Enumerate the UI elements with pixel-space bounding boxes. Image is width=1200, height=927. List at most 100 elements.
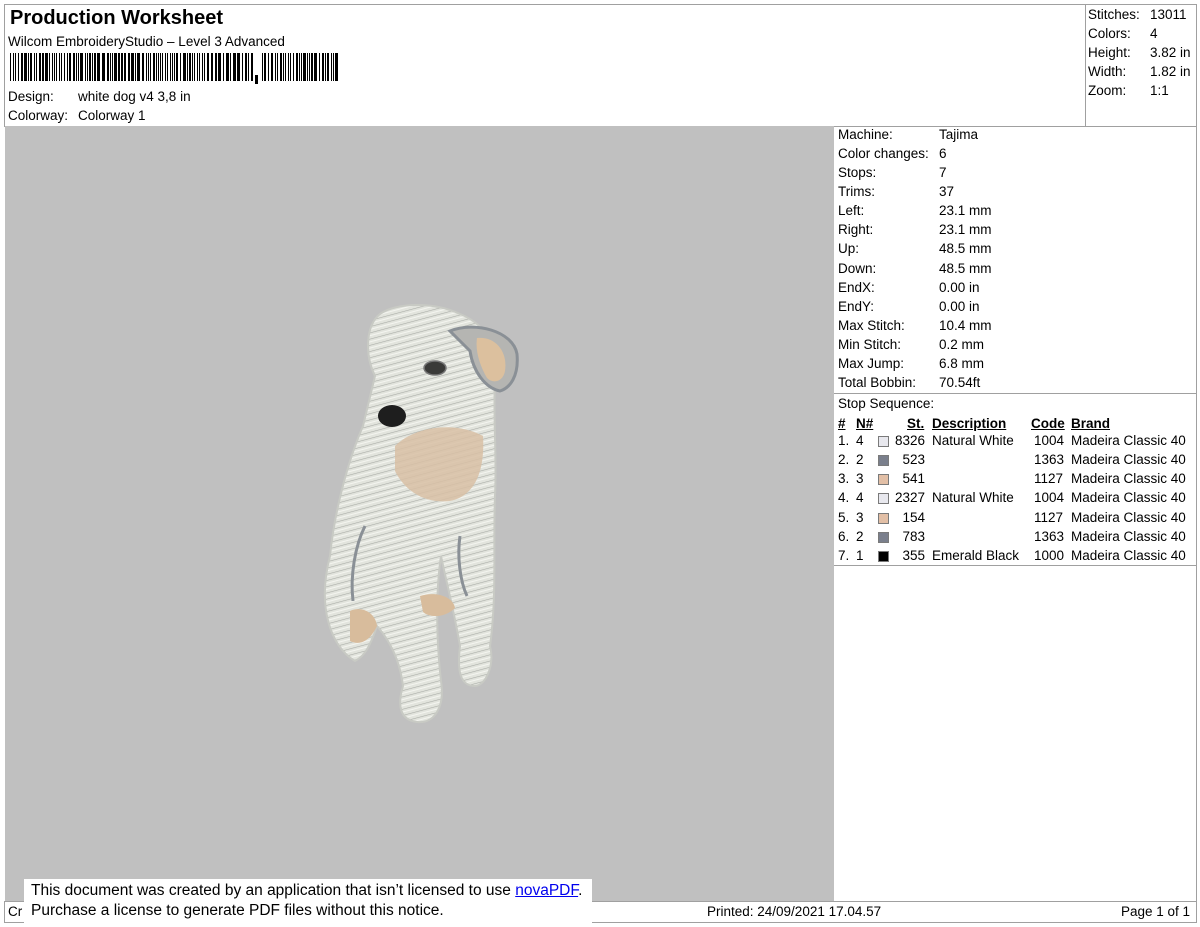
barcode-bar: [288, 53, 289, 81]
dog-embroidery-image: [323, 304, 519, 724]
barcode-bar: [285, 53, 286, 81]
row-index: 5.: [838, 510, 850, 525]
thread-code: 1000: [1034, 548, 1065, 563]
barcode-bar: [10, 53, 11, 81]
barcode-bar: [150, 53, 151, 81]
machine-info-row: Max Stitch: 10.4 mm: [838, 318, 992, 333]
barcode-bar: [56, 53, 57, 81]
barcode-bar: [135, 53, 136, 81]
summary-row: Stitches: 13011: [1088, 7, 1187, 22]
barcode-bar: [167, 53, 168, 81]
stitch-count: 355: [902, 548, 925, 563]
info-value: 48.5 mm: [939, 241, 992, 256]
notice-text: This document was created by an applicat…: [31, 882, 516, 899]
thread-code: 1363: [1034, 529, 1065, 544]
thread-code: 1004: [1034, 433, 1065, 448]
machine-info-row: Total Bobbin: 70.54ft: [838, 375, 980, 390]
info-value: 70.54ft: [939, 375, 981, 390]
info-label: Trims:: [838, 184, 875, 199]
barcode-bar: [121, 53, 123, 81]
needle-number: 4: [856, 433, 864, 448]
barcode-bar: [170, 53, 171, 81]
col-header-code: Code: [1031, 416, 1065, 431]
col-header-num: #: [838, 416, 846, 431]
info-value: 0.2 mm: [939, 337, 985, 352]
info-value: 6.8 mm: [939, 356, 985, 371]
barcode-bar: [331, 53, 332, 81]
barcode-bar: [314, 53, 317, 81]
barcode-bar: [59, 53, 60, 81]
machine-info-row: Machine: Tajima: [838, 127, 978, 142]
summary-label: Width:: [1088, 64, 1127, 79]
row-index: 4.: [838, 490, 850, 505]
color-swatch: [878, 436, 889, 447]
barcode-bar: [204, 53, 205, 81]
barcode-bar: [76, 53, 77, 81]
summary-value: 13011: [1150, 7, 1187, 22]
barcode-bar: [299, 53, 300, 81]
barcode-bar: [73, 53, 75, 81]
divider: [834, 393, 1196, 394]
col-header-n: N#: [856, 416, 874, 431]
barcode-bar: [137, 53, 140, 81]
info-label: Stops:: [838, 165, 877, 180]
stitch-count: 154: [902, 510, 925, 525]
barcode-bar: [39, 53, 41, 81]
barcode-bar: [69, 53, 71, 81]
barcode-bar: [322, 53, 324, 81]
info-value: Tajima: [939, 127, 979, 142]
barcode-bar: [176, 53, 178, 81]
barcode-bar: [192, 53, 193, 81]
barcode-bar: [187, 53, 188, 81]
summary-row: Zoom: 1:1: [1088, 83, 1169, 98]
barcode-bar: [15, 53, 16, 81]
thread-brand: Madeira Classic 40: [1071, 433, 1186, 448]
barcode-bar: [158, 53, 159, 81]
summary-value: 4: [1150, 26, 1158, 41]
barcode-bar: [271, 53, 273, 81]
info-value: 0.00 in: [939, 280, 980, 295]
barcode-bar: [335, 53, 338, 81]
barcode-bar: [280, 53, 282, 81]
barcode-bar: [102, 53, 105, 81]
info-value: 7: [939, 165, 947, 180]
barcode-bar: [207, 53, 209, 81]
barcode-bar: [296, 53, 298, 81]
barcode-bar: [226, 53, 229, 81]
barcode-bar: [242, 53, 243, 81]
barcode-bar: [268, 53, 269, 81]
colorway-value: Colorway 1: [78, 108, 146, 123]
barcode-bar: [333, 53, 334, 81]
barcode-bar: [114, 53, 117, 81]
thread-brand: Madeira Classic 40: [1071, 471, 1186, 486]
barcode-bar: [290, 53, 291, 81]
info-label: Max Stitch:: [838, 318, 905, 333]
barcode-bar: [78, 53, 79, 81]
barcode-bar: [165, 53, 166, 81]
barcode-image: [10, 53, 338, 84]
needle-number: 3: [856, 510, 864, 525]
barcode-bar: [28, 53, 29, 81]
row-index: 7.: [838, 548, 850, 563]
barcode-bar: [13, 53, 14, 81]
info-value: 48.5 mm: [939, 261, 992, 276]
page-title: Production Worksheet: [10, 7, 223, 29]
thread-brand: Madeira Classic 40: [1071, 548, 1186, 563]
needle-number: 2: [856, 452, 864, 467]
barcode-mark: [255, 75, 258, 84]
barcode-bar: [61, 53, 62, 81]
row-index: 2.: [838, 452, 850, 467]
colorway-label: Colorway:: [8, 108, 69, 123]
machine-info-row: Trims: 37: [838, 184, 954, 199]
barcode-bar: [327, 53, 329, 81]
novapdf-link[interactable]: novaPDF: [515, 882, 578, 899]
row-index: 1.: [838, 433, 850, 448]
info-label: Left:: [838, 203, 865, 218]
barcode-bar: [319, 53, 320, 81]
barcode-bar: [92, 53, 93, 81]
machine-info-row: Down: 48.5 mm: [838, 261, 992, 276]
barcode-bar: [174, 53, 175, 81]
info-value: 37: [939, 184, 955, 199]
barcode-bar: [128, 53, 130, 81]
needle-number: 3: [856, 471, 864, 486]
